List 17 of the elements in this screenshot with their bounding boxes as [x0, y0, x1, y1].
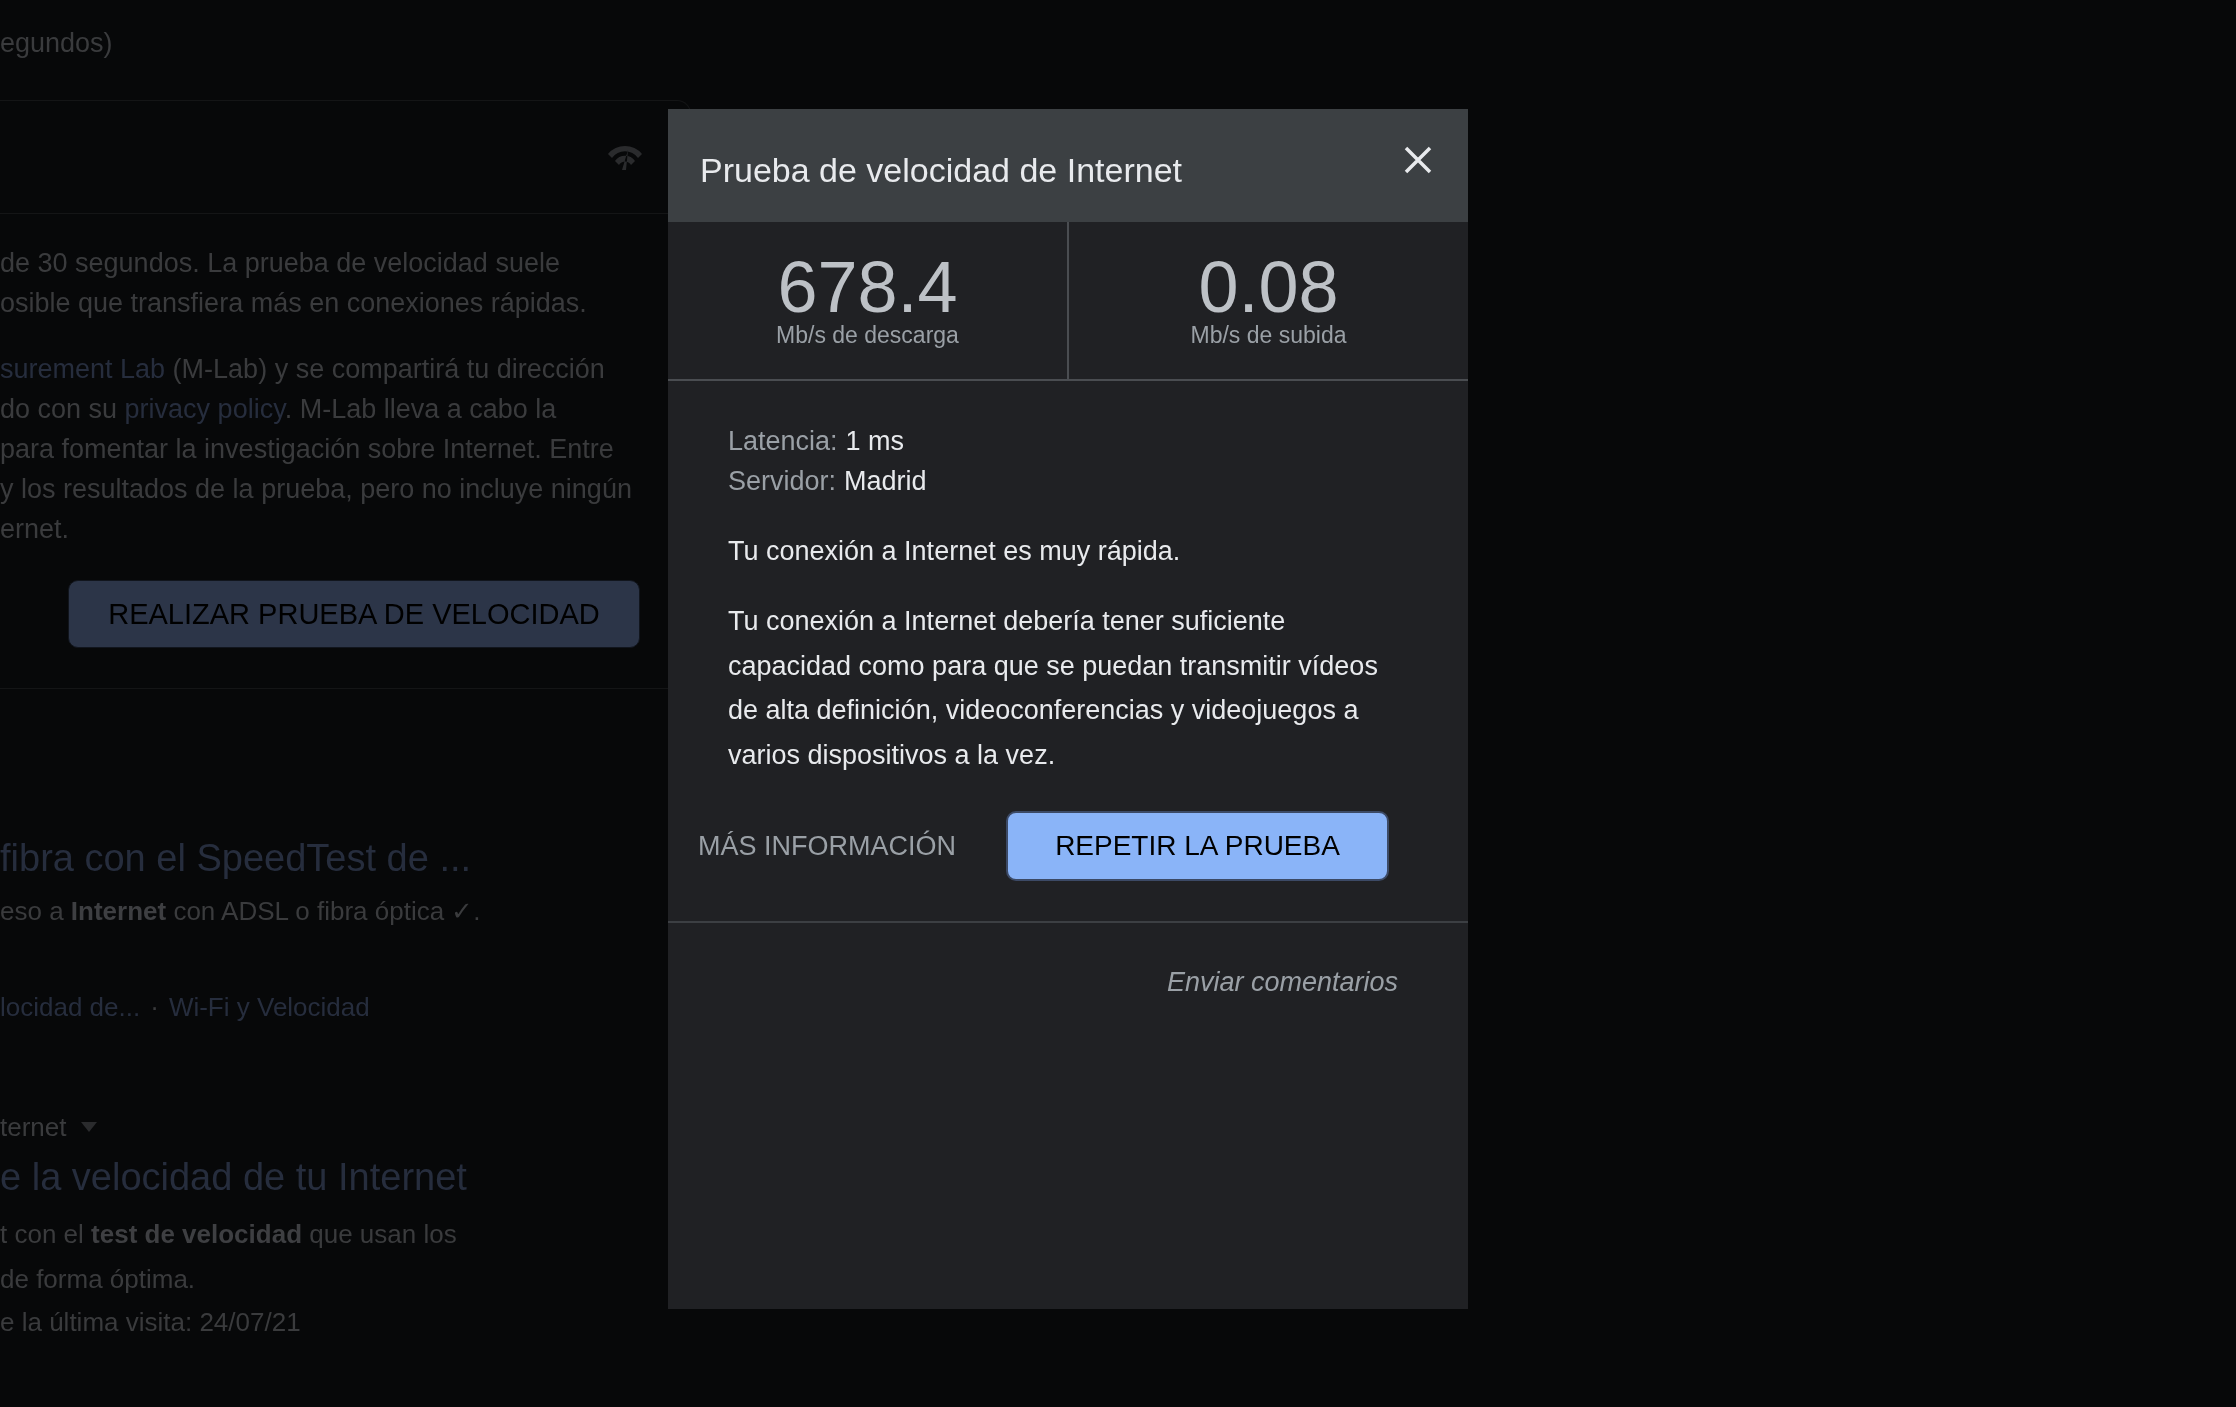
feedback-link[interactable]: Enviar comentarios [1166, 967, 1398, 998]
summary-text: Tu conexión a Internet es muy rápida. [728, 535, 1182, 568]
detail-value: Madrid [844, 466, 927, 496]
more-info-button[interactable]: MÁS INFORMACIÓN [698, 830, 956, 862]
speed-value: 678.4 [777, 256, 958, 318]
speed-label: Mb/s de subida [1190, 321, 1347, 350]
speed-label: Mb/s de descarga [776, 321, 959, 350]
detail-label: Latencia: [728, 426, 838, 456]
detail-value: 1 ms [845, 426, 905, 456]
dialog-title: Prueba de velocidad de Internet [700, 151, 1182, 190]
speed-value: 0.08 [1198, 256, 1339, 318]
run-test-button[interactable]: REALIZAR PRUEBA DE VELOCIDAD [68, 580, 640, 648]
close-icon[interactable] [1404, 145, 1432, 174]
repeat-test-button[interactable]: REPETIR LA PRUEBA [1006, 811, 1389, 881]
separator-text: · [150, 991, 159, 1024]
detail-label: Servidor: [728, 466, 837, 496]
description-text: Tu conexión a Internet debería tener suficiente capacidad como para que se puedan transmitir vídeos de alta definición, videoconferencias y videojuegos a varios dispositivos a la vez. [728, 605, 1379, 772]
